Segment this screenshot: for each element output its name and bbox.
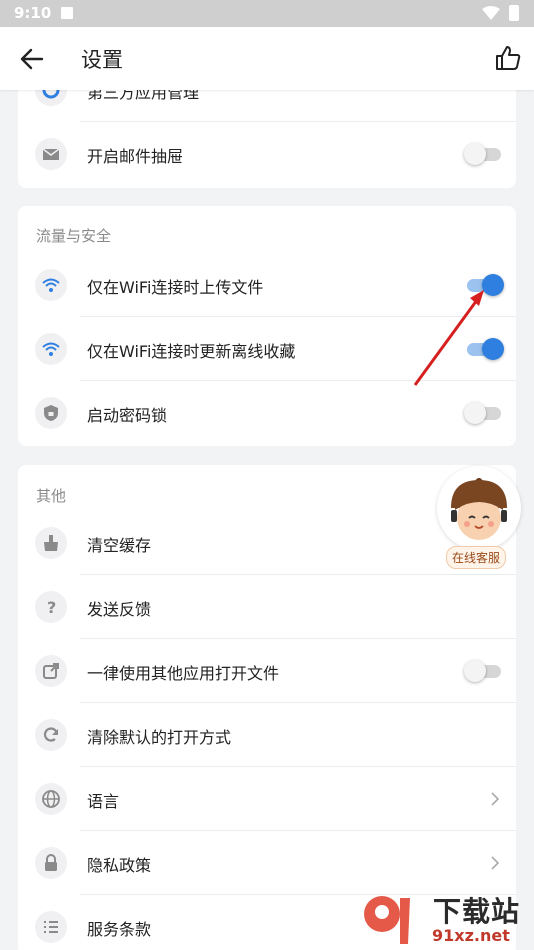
send-feedback-item[interactable]: ? 发送反馈 [18, 575, 516, 639]
notification-icon [61, 7, 73, 19]
open-with-other-app-toggle[interactable] [464, 660, 501, 682]
privacy-policy-label: 隐私政策 [87, 856, 152, 875]
section-title-traffic-security: 流量与安全 [36, 227, 112, 245]
refresh-icon [35, 719, 67, 751]
status-bar: 9:10 [0, 0, 534, 27]
watermark: 下载站 91xz.net [360, 890, 534, 950]
back-arrow-icon[interactable] [18, 45, 46, 73]
password-lock-item: 启动密码锁 [18, 381, 516, 445]
wifi-offline-update-toggle[interactable] [467, 338, 504, 360]
online-service-button[interactable]: 在线客服 [434, 466, 524, 570]
chevron-right-icon [491, 792, 500, 806]
language-label: 语言 [87, 792, 120, 811]
globe-icon [35, 783, 67, 815]
section-title-other: 其他 [36, 487, 67, 505]
password-lock-toggle[interactable] [464, 402, 501, 424]
mail-icon [35, 138, 67, 170]
terms-of-service-label: 服务条款 [87, 920, 152, 939]
share-box-icon [35, 655, 67, 687]
question-mark-icon: ? [35, 591, 67, 623]
app-bar: 设置 [0, 27, 534, 90]
mail-drawer-label: 开启邮件抽屉 [87, 147, 184, 166]
mail-drawer-toggle[interactable] [464, 143, 501, 165]
clear-cache-label: 清空缓存 [87, 536, 152, 555]
svg-text:?: ? [47, 598, 56, 617]
language-item[interactable]: 语言 [18, 767, 516, 831]
shield-lock-icon [35, 397, 67, 429]
chevron-right-icon [491, 856, 500, 870]
mail-drawer-item: 开启邮件抽屉 [18, 122, 516, 186]
privacy-policy-item[interactable]: 隐私政策 [18, 831, 516, 895]
watermark-brand: 下载站 [433, 895, 521, 928]
battery-icon [509, 5, 519, 21]
wifi-upload-icon [35, 269, 67, 301]
wifi-upload-toggle[interactable] [467, 274, 504, 296]
clear-default-open-label: 清除默认的打开方式 [87, 728, 232, 747]
clear-default-open-item[interactable]: 清除默认的打开方式 [18, 703, 516, 767]
wifi-upload-item: 仅在WiFi连接时上传文件 [18, 253, 516, 317]
watermark-logo-icon [364, 896, 410, 944]
thumbs-up-icon[interactable] [494, 44, 522, 72]
wifi-upload-label: 仅在WiFi连接时上传文件 [87, 278, 264, 297]
wifi-offline-update-item: 仅在WiFi连接时更新离线收藏 [18, 317, 516, 381]
open-with-other-app-item: 一律使用其他应用打开文件 [18, 639, 516, 703]
page-title: 设置 [81, 48, 123, 72]
broom-icon [35, 527, 67, 559]
wifi-offline-update-label: 仅在WiFi连接时更新离线收藏 [87, 342, 296, 361]
password-lock-label: 启动密码锁 [87, 406, 168, 425]
service-avatar [437, 466, 521, 550]
mascot-icon [451, 478, 507, 540]
list-icon [35, 911, 67, 943]
open-with-other-app-label: 一律使用其他应用打开文件 [87, 664, 280, 683]
traffic-security-card: 流量与安全 仅在WiFi连接时上传文件 仅在WiFi连接时更新离线收藏 启动密码… [18, 206, 516, 446]
status-time: 9:10 [14, 4, 52, 22]
wifi-star-icon [35, 333, 67, 365]
wifi-signal-icon [482, 6, 500, 20]
send-feedback-label: 发送反馈 [87, 600, 152, 619]
watermark-site: 91xz.net [432, 926, 510, 945]
lock-icon [35, 847, 67, 879]
online-service-label: 在线客服 [446, 546, 507, 569]
